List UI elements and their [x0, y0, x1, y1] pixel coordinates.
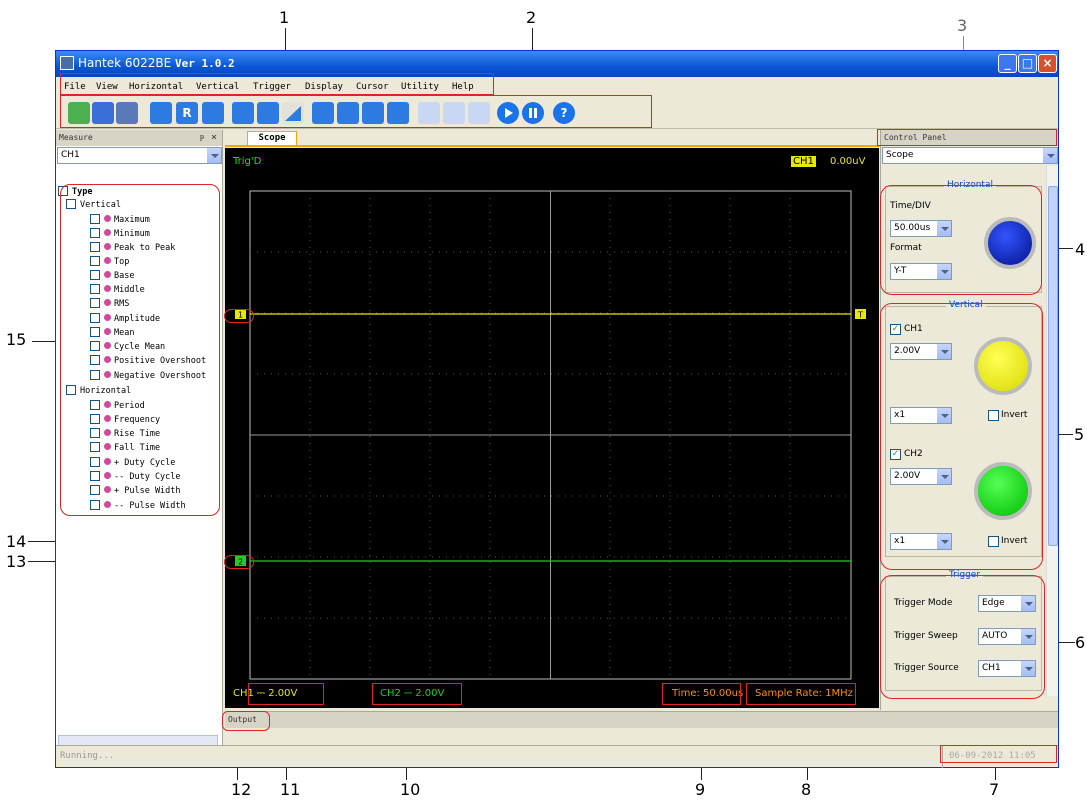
highlight-sample-rate	[746, 683, 856, 705]
callout-15: 15	[6, 330, 27, 349]
highlight-menu	[60, 73, 494, 95]
measure-header: Measure ᵽ ×	[56, 130, 222, 146]
callout-1: 1	[279, 8, 290, 27]
control-view-select[interactable]: Scope	[882, 147, 1058, 164]
output-header: Output	[225, 712, 1058, 728]
close-button[interactable]: ×	[1038, 54, 1057, 73]
measure-title: Measure	[59, 133, 93, 142]
highlight-trigger	[880, 575, 1045, 699]
callout-5: 5	[1074, 425, 1085, 444]
control-view-value: Scope	[886, 150, 914, 160]
measure-channel-select[interactable]: CH1	[57, 147, 222, 164]
app-icon	[60, 56, 74, 70]
callout-11: 11	[280, 780, 301, 799]
close-icon[interactable]: ×	[211, 132, 217, 143]
measure-channel-value: CH1	[61, 150, 80, 160]
highlight-toolbar	[60, 95, 652, 128]
highlight-datetime	[940, 745, 1057, 763]
callout-13: 13	[6, 552, 27, 571]
highlight-time	[662, 683, 741, 705]
highlight-vertical	[880, 303, 1043, 570]
highlight-ch1-marker	[224, 309, 254, 323]
callout-2: 2	[526, 8, 537, 27]
callout-9: 9	[695, 780, 706, 799]
status-text: Running...	[60, 751, 115, 761]
callout-7: 7	[989, 780, 1000, 799]
highlight-ch2-scale	[372, 683, 462, 705]
trigger-marker: T	[857, 311, 863, 320]
maximize-button[interactable]: □	[1018, 54, 1037, 73]
callout-14: 14	[6, 532, 27, 551]
scope-grid: 1 2 T	[235, 190, 866, 680]
scope-tab-strip: Scope	[225, 130, 879, 147]
highlight-ch2-marker	[224, 555, 254, 569]
window-title: Hantek 6022BE	[78, 56, 176, 70]
highlight-ch1-scale	[248, 683, 324, 705]
callout-8: 8	[801, 780, 812, 799]
callout-12: 12	[231, 780, 252, 799]
callout-10: 10	[400, 780, 421, 799]
highlight-horizontal	[880, 185, 1042, 295]
status-bar: Running... 06-09-2012 11:05	[56, 745, 1058, 768]
callout-6: 6	[1075, 633, 1086, 652]
output-panel: Output	[225, 711, 1058, 745]
highlight-measure-tree	[60, 184, 220, 516]
callout-4: 4	[1075, 240, 1086, 259]
callout-3: 3	[957, 16, 968, 35]
highlight-output	[222, 711, 270, 731]
scope-tab[interactable]: Scope	[247, 131, 297, 146]
scope-display[interactable]: Trig'D CH1 0.00uV CH1 ⎓ 2.00V CH2 ⎓ 2.00…	[225, 148, 879, 708]
minimize-button[interactable]: _	[998, 54, 1017, 73]
pin-icon[interactable]: ᵽ	[200, 132, 204, 141]
control-vscroll[interactable]	[1046, 166, 1058, 696]
window-version: Ver 1.0.2	[175, 57, 235, 70]
highlight-control-header	[877, 129, 1057, 146]
